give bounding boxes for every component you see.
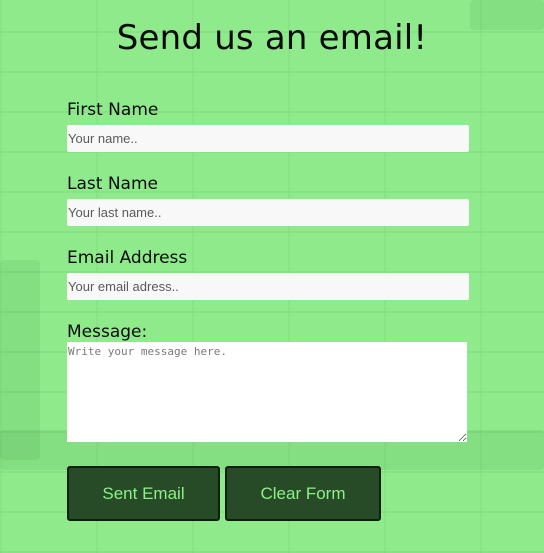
page-title: Send us an email! [116, 18, 428, 58]
first-name-label: First Name [67, 100, 159, 120]
last-name-label: Last Name [67, 174, 158, 194]
clear-form-button[interactable]: Clear Form [225, 466, 381, 521]
last-name-input[interactable] [67, 199, 469, 226]
message-textarea[interactable] [67, 342, 467, 442]
email-address-input[interactable] [67, 273, 469, 300]
email-address-label: Email Address [67, 248, 188, 268]
message-label: Message: [67, 322, 148, 342]
send-email-button[interactable]: Sent Email [67, 466, 220, 521]
first-name-input[interactable] [67, 125, 469, 152]
